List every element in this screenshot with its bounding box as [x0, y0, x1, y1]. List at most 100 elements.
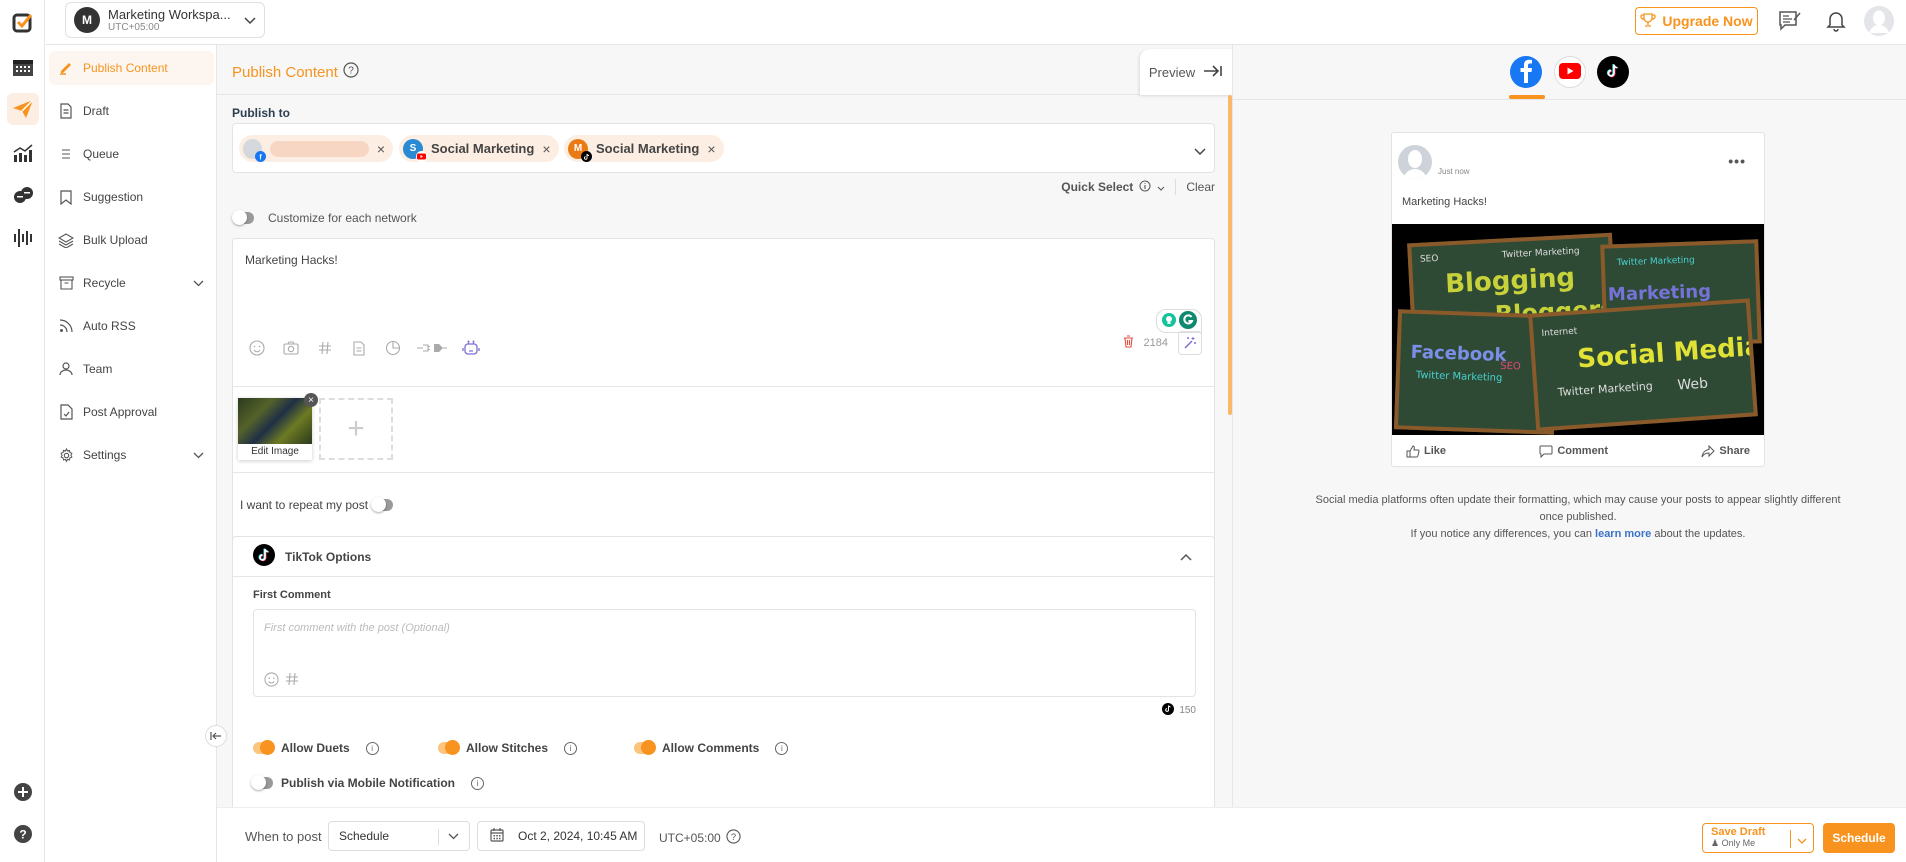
allow-duets-toggle[interactable]: [253, 740, 275, 755]
grammarly-widget[interactable]: [1156, 309, 1202, 333]
preview-disclaimer: Social media platforms often update thei…: [1313, 492, 1843, 543]
hashtag-icon[interactable]: [285, 672, 299, 690]
add-media-button[interactable]: +: [319, 398, 393, 460]
calendar-icon[interactable]: [7, 51, 39, 83]
user-avatar[interactable]: [1864, 6, 1894, 39]
sidebar-item-auto-rss[interactable]: Auto RSS: [49, 309, 214, 343]
more-options-icon[interactable]: •••: [1728, 153, 1746, 169]
post-actions: Like Comment Share: [1392, 436, 1764, 466]
tab-tiktok[interactable]: [1597, 56, 1629, 88]
like-button[interactable]: Like: [1406, 444, 1446, 458]
mobile-notification-toggle[interactable]: [251, 775, 273, 790]
account-selector[interactable]: f × S Social Marketing × M Social Market…: [232, 123, 1215, 173]
sidebar-item-publish-content[interactable]: Publish Content: [49, 51, 214, 85]
workspace-selector[interactable]: M Marketing Workspa... UTC+05:00: [65, 2, 265, 38]
share-button[interactable]: Share: [1701, 444, 1750, 458]
camera-icon[interactable]: [281, 338, 301, 358]
hashtag-icon[interactable]: [315, 338, 335, 358]
preview-toggle-button[interactable]: Preview: [1140, 49, 1232, 95]
edit-image-button[interactable]: Edit Image: [238, 446, 312, 457]
bookmark-icon: [58, 189, 74, 205]
publish-icon[interactable]: [7, 93, 39, 125]
emoji-icon[interactable]: [264, 672, 279, 690]
save-draft-button[interactable]: Save Draft ♟ Only Me: [1702, 823, 1814, 853]
app-logo[interactable]: [7, 6, 39, 38]
remove-account-icon[interactable]: ×: [377, 141, 385, 157]
analytics-icon[interactable]: [7, 137, 39, 169]
sidebar-item-post-approval[interactable]: Post Approval: [49, 395, 214, 429]
sidebar-item-label: Publish Content: [83, 61, 168, 75]
facebook-post-preview: Just now ••• Marketing Hacks! SEO Bloggi…: [1391, 132, 1765, 467]
notification-bell-icon[interactable]: [1826, 10, 1846, 35]
magic-wand-button[interactable]: [1178, 331, 1202, 355]
help-icon[interactable]: ?: [7, 818, 39, 850]
disclaimer-text: Social media platforms often update thei…: [1315, 494, 1841, 523]
comment-button[interactable]: Comment: [1539, 445, 1608, 458]
collapse-sidebar-button[interactable]: [205, 725, 227, 747]
plug-icon[interactable]: [417, 338, 447, 358]
sidebar-item-suggestion[interactable]: Suggestion: [49, 180, 214, 214]
sidebar: Publish Content Draft Queue Suggestion B…: [46, 45, 217, 862]
inbox-chat-icon[interactable]: [7, 180, 39, 212]
account-chip: S Social Marketing ×: [399, 135, 559, 162]
allow-comments-toggle[interactable]: [634, 740, 656, 755]
remove-account-icon[interactable]: ×: [707, 141, 715, 157]
info-icon[interactable]: i: [564, 741, 578, 755]
datetime-picker[interactable]: Oct 2, 2024, 10:45 AM: [477, 821, 645, 851]
tiktok-options-header[interactable]: TikTok Options: [233, 537, 1214, 577]
sidebar-item-team[interactable]: Team: [49, 352, 214, 386]
tab-youtube[interactable]: [1554, 56, 1586, 88]
tab-facebook[interactable]: [1509, 56, 1545, 99]
media-thumbnail[interactable]: Edit Image ×: [238, 393, 318, 460]
info-icon[interactable]: i: [471, 776, 485, 790]
customize-network-label: Customize for each network: [268, 211, 417, 225]
sidebar-item-bulk-upload[interactable]: Bulk Upload: [49, 223, 214, 257]
emoji-icon[interactable]: [247, 338, 267, 358]
post-text-input[interactable]: Marketing Hacks!: [245, 253, 338, 267]
editor-toolbar: [247, 338, 481, 358]
schedule-button[interactable]: Schedule: [1823, 823, 1895, 853]
sidebar-item-label: Bulk Upload: [83, 233, 148, 247]
info-icon[interactable]: [1139, 180, 1151, 195]
help-circle-icon[interactable]: ?: [343, 62, 359, 82]
repeat-post-toggle[interactable]: [371, 497, 394, 512]
allow-stitches-toggle[interactable]: [438, 740, 460, 755]
upgrade-now-button[interactable]: Upgrade Now: [1635, 7, 1758, 35]
sidebar-item-recycle[interactable]: Recycle: [49, 266, 214, 300]
help-circle-icon[interactable]: ?: [726, 829, 741, 847]
customize-network-toggle[interactable]: [232, 210, 254, 225]
listening-icon[interactable]: [7, 222, 39, 254]
svg-text:?: ?: [19, 828, 26, 842]
repeat-post-label: I want to repeat my post: [240, 498, 369, 512]
sidebar-item-settings[interactable]: Settings: [49, 438, 214, 472]
quick-select-button[interactable]: Quick Select: [1061, 180, 1133, 194]
document-icon[interactable]: [349, 338, 369, 358]
account-initial: M: [573, 143, 583, 154]
chevron-down-icon[interactable]: [1157, 180, 1165, 194]
chevron-down-icon[interactable]: [1797, 833, 1807, 848]
clear-button[interactable]: Clear: [1186, 180, 1215, 194]
trash-icon[interactable]: [1123, 335, 1134, 351]
remove-account-icon[interactable]: ×: [542, 141, 550, 157]
account-avatar: f: [243, 138, 266, 162]
tiktok-icon: [253, 544, 275, 569]
feedback-icon[interactable]: [1778, 10, 1802, 35]
media-image: [238, 398, 312, 444]
sidebar-item-queue[interactable]: Queue: [49, 137, 214, 171]
chevron-up-icon[interactable]: [1180, 550, 1192, 564]
divider: [233, 472, 1214, 473]
learn-more-link[interactable]: learn more: [1595, 528, 1651, 540]
info-icon[interactable]: i: [365, 741, 379, 755]
post-mode-select[interactable]: Schedule: [328, 821, 470, 851]
allow-comments-label: Allow Comments: [662, 741, 760, 755]
first-comment-input[interactable]: First comment with the post (Optional): [253, 609, 1196, 697]
chevron-down-icon[interactable]: [1194, 144, 1206, 159]
remove-media-icon[interactable]: ×: [304, 393, 318, 407]
pie-chart-icon[interactable]: [383, 338, 403, 358]
image-word: Twitter Marketing: [1616, 255, 1695, 269]
ai-bot-icon[interactable]: [461, 338, 481, 358]
add-icon[interactable]: [7, 776, 39, 808]
account-name: Social Marketing: [431, 141, 535, 156]
info-icon[interactable]: i: [775, 741, 789, 755]
sidebar-item-draft[interactable]: Draft: [49, 94, 214, 128]
